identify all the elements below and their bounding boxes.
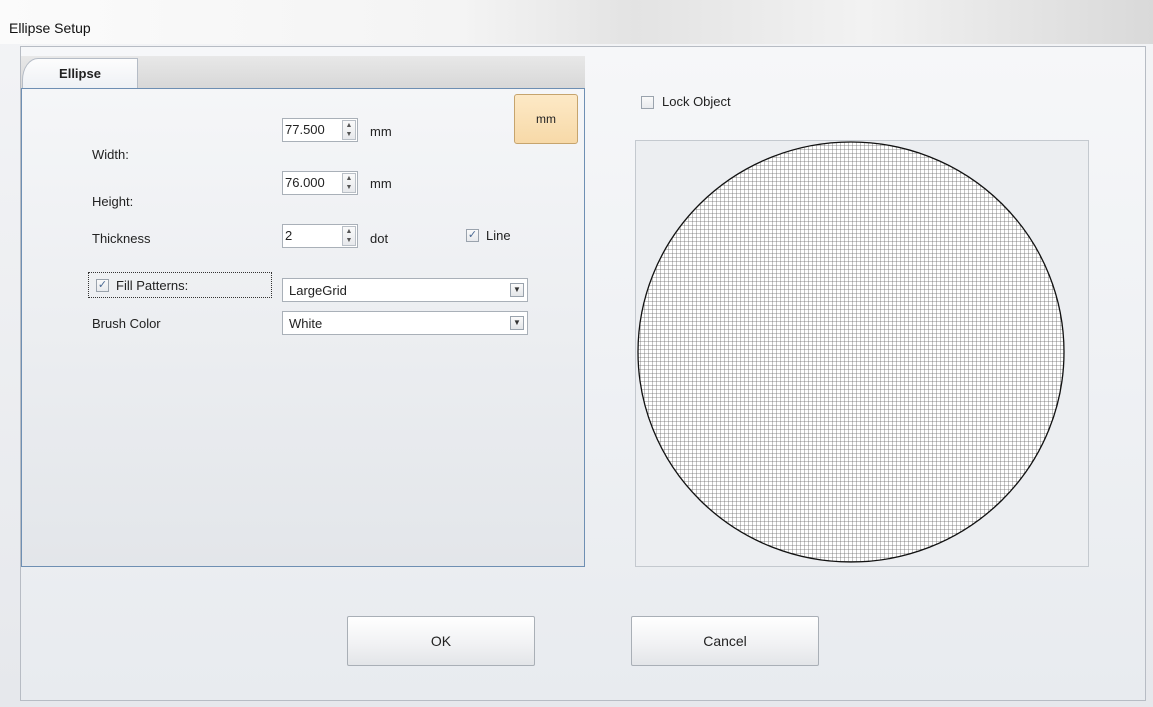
title-bar: Ellipse Setup: [0, 0, 1153, 44]
fill-patterns-value: LargeGrid: [289, 283, 347, 298]
fill-patterns-select[interactable]: LargeGrid ▼: [282, 278, 528, 302]
cancel-button[interactable]: Cancel: [631, 616, 819, 666]
chevron-down-icon[interactable]: ▼: [510, 316, 524, 330]
thickness-spin-arrows-icon[interactable]: ▲ ▼: [342, 226, 356, 246]
width-spinbox[interactable]: 77.500 ▲ ▼: [282, 118, 358, 142]
height-value: 76.000: [285, 175, 325, 190]
width-value: 77.500: [285, 122, 325, 137]
line-label: Line: [486, 228, 511, 243]
ellipse-preview-graphic: [637, 141, 1065, 563]
thickness-value: 2: [285, 228, 293, 243]
width-unit: mm: [370, 124, 392, 139]
fill-patterns-checkbox[interactable]: ✓: [96, 279, 109, 292]
checkmark-icon: ✓: [467, 229, 478, 241]
units-button[interactable]: mm: [514, 94, 578, 144]
ellipse-shape: [637, 141, 1065, 563]
height-unit: mm: [370, 176, 392, 191]
width-spin-arrows-icon[interactable]: ▲ ▼: [342, 120, 356, 140]
shape-preview: [635, 140, 1089, 567]
brush-color-value: White: [289, 316, 323, 331]
thickness-spinbox[interactable]: 2 ▲ ▼: [282, 224, 358, 248]
height-label: Height:: [92, 194, 134, 209]
checkmark-icon: ✓: [97, 279, 108, 291]
brush-color-select[interactable]: White ▼: [282, 311, 528, 335]
height-spinbox[interactable]: 76.000 ▲ ▼: [282, 171, 358, 195]
chevron-down-icon[interactable]: ▼: [510, 283, 524, 297]
lock-object-label: Lock Object: [662, 94, 731, 109]
height-spin-arrows-icon[interactable]: ▲ ▼: [342, 173, 356, 193]
tab-ellipse[interactable]: Ellipse: [22, 58, 138, 88]
ok-button[interactable]: OK: [347, 616, 535, 666]
thickness-label: Thickness: [92, 231, 151, 246]
ellipse-setup-dialog: Ellipse Setup Ellipse Width: 77.500 ▲ ▼ m…: [0, 0, 1153, 707]
line-checkbox[interactable]: ✓: [466, 229, 479, 242]
brush-color-label: Brush Color: [92, 316, 161, 331]
lock-object-checkbox[interactable]: [641, 96, 654, 109]
fill-patterns-label: Fill Patterns:: [116, 278, 189, 293]
thickness-unit: dot: [370, 231, 389, 246]
width-label: Width:: [92, 147, 129, 162]
window-title: Ellipse Setup: [9, 20, 91, 36]
